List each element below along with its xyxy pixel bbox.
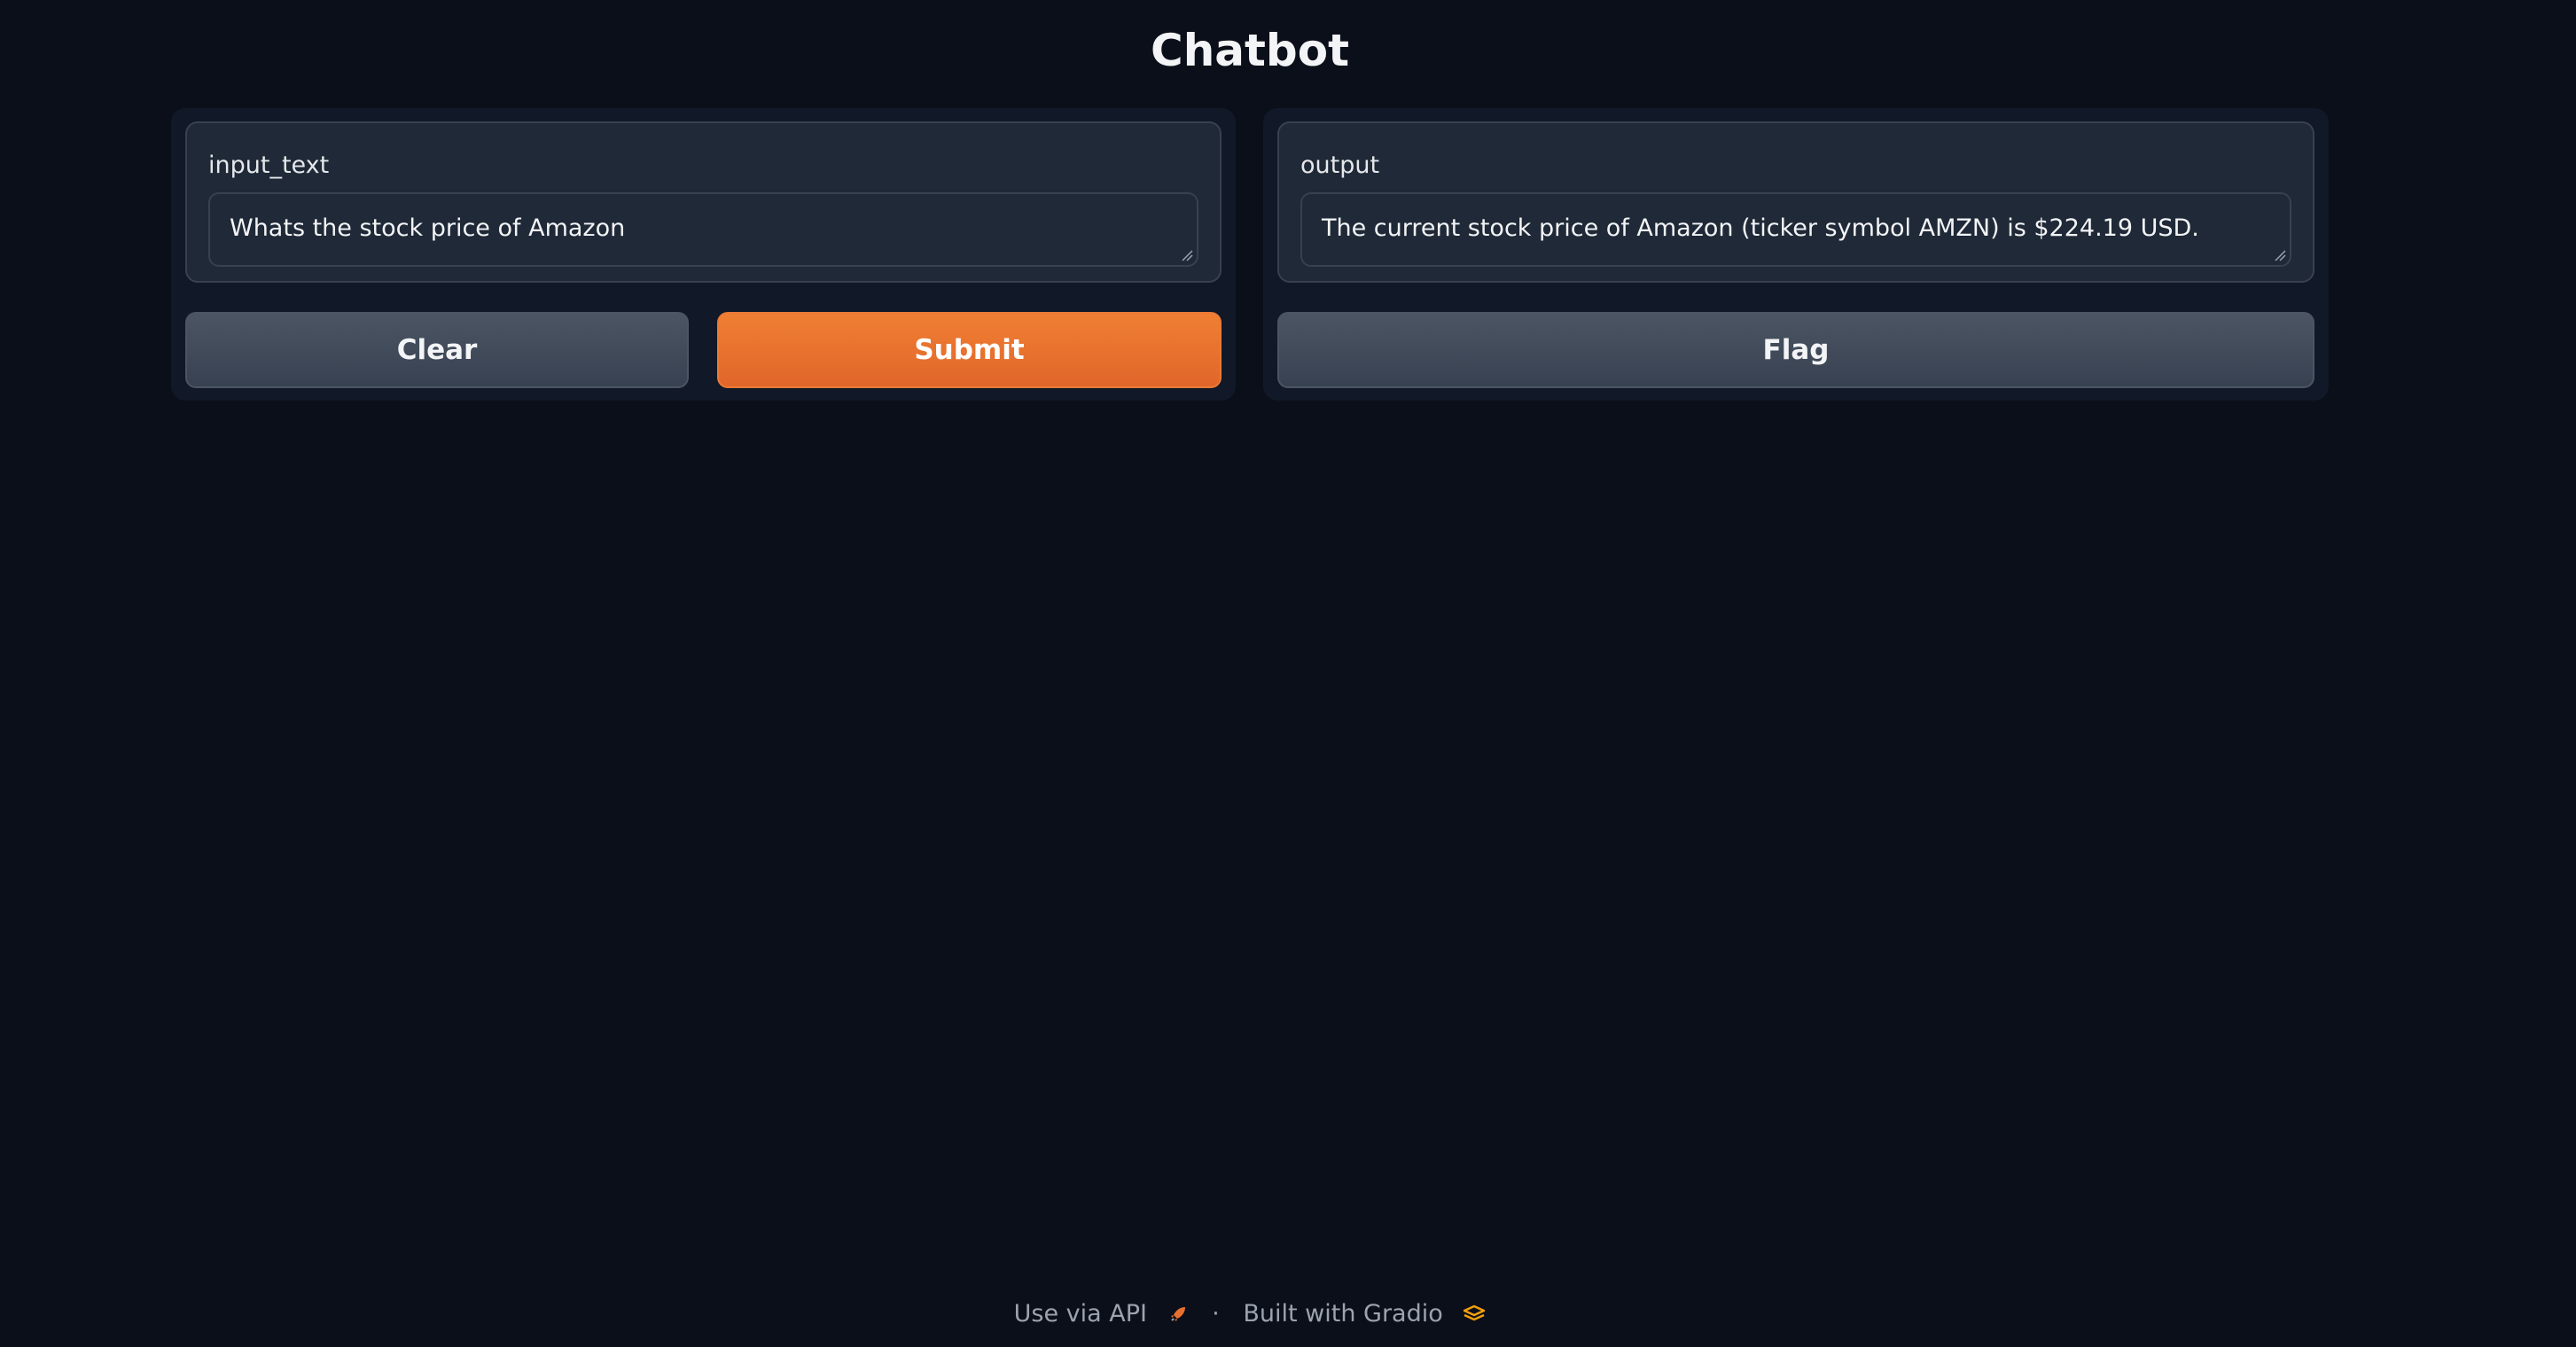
rocket-icon <box>1170 1306 1185 1321</box>
output-label: output <box>1300 152 1380 179</box>
output-field[interactable]: The current stock price of Amazon (ticke… <box>1300 192 2291 267</box>
gradio-logo-icon <box>1464 1304 1486 1320</box>
built-with-gradio-label: Built with Gradio <box>1243 1299 1443 1328</box>
output-block: output The current stock price of Amazon… <box>1277 121 2314 283</box>
resize-grip-icon[interactable] <box>1181 249 1193 261</box>
input-text-label: input_text <box>208 152 330 179</box>
resize-grip-icon[interactable] <box>2274 249 2286 261</box>
input-panel: input_text Whats the stock price of Amaz… <box>171 108 1236 401</box>
submit-button[interactable]: Submit <box>717 312 1222 388</box>
output-panel: output The current stock price of Amazon… <box>1263 108 2329 401</box>
page-title: Chatbot <box>1151 25 1349 76</box>
input-text-block: input_text Whats the stock price of Amaz… <box>185 121 1222 283</box>
footer: Use via API · Built with Gradio <box>0 1296 2500 1332</box>
input-text-field[interactable]: Whats the stock price of Amazon <box>208 192 1198 267</box>
use-via-api-label: Use via API <box>1013 1299 1147 1328</box>
flag-button[interactable]: Flag <box>1277 312 2314 388</box>
input-text-value: Whats the stock price of Amazon <box>230 214 626 242</box>
page: Chatbot input_text Whats the stock price… <box>0 0 2576 1347</box>
output-value: The current stock price of Amazon (ticke… <box>1322 214 2199 242</box>
use-via-api-link[interactable]: Use via API <box>1014 1296 1189 1332</box>
footer-separator: · <box>1212 1299 1220 1328</box>
built-with-gradio-link[interactable]: Built with Gradio <box>1243 1296 1486 1332</box>
clear-button[interactable]: Clear <box>185 312 689 388</box>
